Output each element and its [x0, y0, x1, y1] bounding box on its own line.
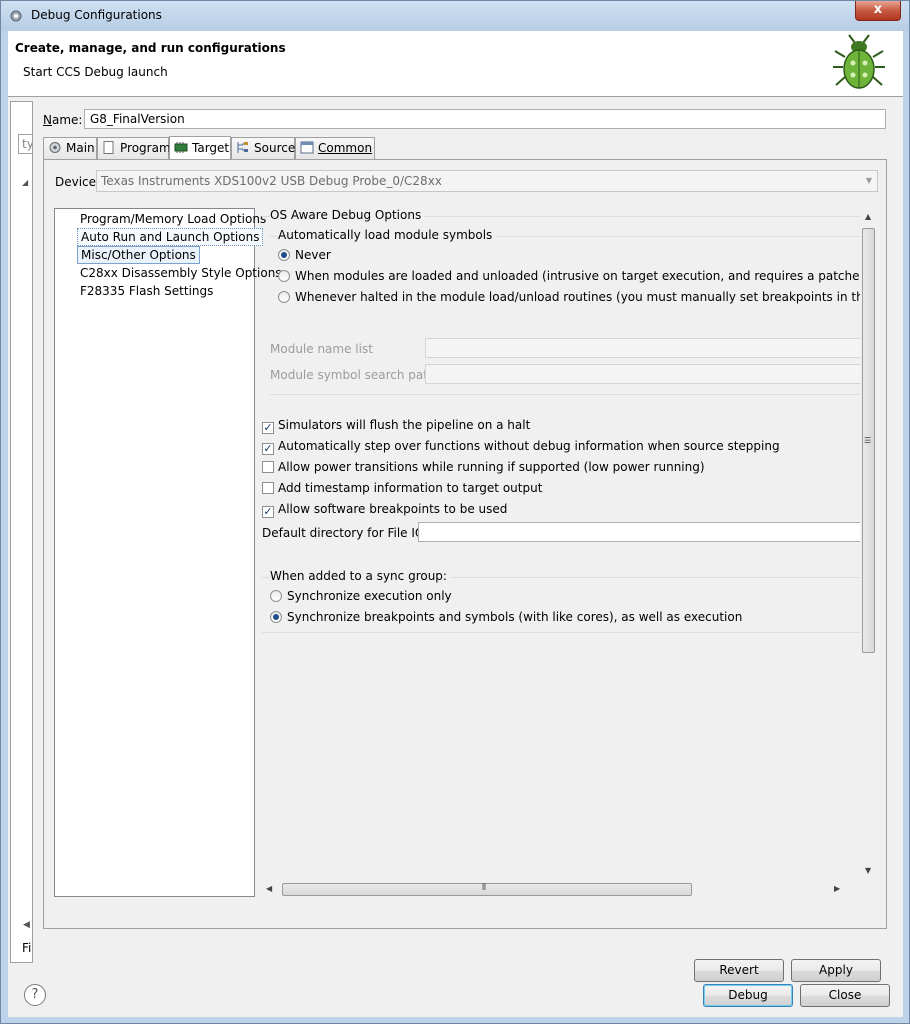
radio-button[interactable] [278, 249, 290, 261]
file-io-input[interactable] [418, 522, 860, 542]
module-symbol-path-input [425, 364, 860, 384]
category-item[interactable]: Program/Memory Load Options [77, 211, 269, 227]
file-io-label: Default directory for File IO: [262, 526, 429, 540]
scroll-grip-icon: ☰ [864, 436, 872, 445]
header-subtitle: Start CCS Debug launch [23, 65, 168, 79]
group-divider [270, 394, 860, 395]
module-name-list-input [425, 338, 860, 358]
debug-button[interactable]: Debug [703, 984, 793, 1007]
radio-sync-breakpoints[interactable]: Synchronize breakpoints and symbols (wit… [270, 610, 742, 624]
tab-common[interactable]: Common [295, 137, 375, 159]
category-item-selected[interactable]: Misc/Other Options [77, 246, 200, 264]
checkbox[interactable]: ✓ [262, 422, 274, 434]
module-name-list-label: Module name list [270, 342, 373, 356]
scroll-thumb[interactable] [282, 883, 692, 896]
category-item[interactable]: C28xx Disassembly Style Options [77, 265, 285, 281]
document-icon [103, 141, 114, 154]
device-select[interactable]: Texas Instruments XDS100v2 USB Debug Pro… [96, 170, 878, 192]
header-title: Create, manage, and run configurations [15, 41, 286, 55]
scroll-down-icon[interactable]: ▼ [865, 866, 871, 875]
module-symbol-path-label: Module symbol search path [270, 368, 436, 382]
target-tab-panel: Device Texas Instruments XDS100v2 USB De… [43, 159, 887, 929]
revert-button[interactable]: Revert [694, 959, 784, 982]
tab-main[interactable]: Main [43, 137, 97, 159]
filter-status-label: Fil [22, 941, 32, 955]
configuration-editor: Name: G8_FinalVersion Main Program Targe… [35, 101, 901, 982]
tab-target[interactable]: Target [169, 136, 231, 159]
checkbox[interactable]: ✓ [262, 443, 274, 455]
main-icon [49, 142, 61, 153]
filter-input[interactable]: ty [18, 134, 32, 154]
chip-icon [174, 142, 188, 153]
checkbox-power-transitions[interactable]: Allow power transitions while running if… [262, 460, 705, 474]
name-input[interactable]: G8_FinalVersion [84, 109, 886, 129]
category-item[interactable]: Auto Run and Launch Options [77, 228, 264, 246]
options-panel: OS Aware Debug Options Automatically loa… [262, 208, 860, 880]
device-label: Device [55, 175, 97, 189]
radio-whenever-halted[interactable]: Whenever halted in the module load/unloa… [278, 290, 860, 304]
scroll-up-icon[interactable]: ▲ [865, 212, 871, 221]
checkbox-timestamp[interactable]: Add timestamp information to target outp… [262, 481, 542, 495]
vertical-scrollbar[interactable]: ▲ ☰ ▼ [860, 208, 878, 880]
radio-never[interactable]: Never [278, 248, 331, 262]
checkbox-software-breakpoints[interactable]: ✓ Allow software breakpoints to be used [262, 502, 507, 518]
checkbox[interactable] [262, 482, 274, 494]
radio-button[interactable] [278, 270, 290, 282]
window-close-button[interactable]: x [855, 1, 901, 21]
close-button[interactable]: Close [800, 984, 890, 1007]
group-divider [262, 632, 860, 633]
scroll-right-icon[interactable]: ▶ [834, 884, 840, 893]
dialog-header: Create, manage, and run configurations S… [8, 31, 903, 97]
radio-when-loaded[interactable]: When modules are loaded and unloaded (in… [278, 269, 860, 283]
chevron-down-icon: ▼ [865, 176, 872, 185]
radio-button[interactable] [278, 291, 290, 303]
radio-sync-execution[interactable]: Synchronize execution only [270, 589, 452, 603]
title-bar: Debug Configurations x [1, 1, 909, 31]
horizontal-scrollbar[interactable]: ◀ ⦀ ▶ [262, 882, 860, 898]
device-select-value: Texas Instruments XDS100v2 USB Debug Pro… [101, 174, 442, 188]
apply-button[interactable]: Apply [791, 959, 881, 982]
sync-group-title: When added to a sync group: [270, 569, 451, 583]
bug-icon [833, 34, 885, 89]
module-symbols-group-title: Automatically load module symbols [278, 228, 497, 242]
window-title: Debug Configurations [31, 8, 162, 22]
source-icon [237, 142, 248, 153]
checkbox-flush-pipeline[interactable]: ✓ Simulators will flush the pipeline on a… [262, 418, 530, 434]
scroll-left-icon[interactable]: ◀ [23, 920, 30, 930]
name-label: Name: [43, 113, 83, 127]
checkbox[interactable]: ✓ [262, 506, 274, 518]
radio-button[interactable] [270, 611, 282, 623]
gear-icon [10, 10, 22, 22]
radio-button[interactable] [270, 590, 282, 602]
dialog-client-area: Create, manage, and run configurations S… [8, 31, 903, 1017]
help-icon[interactable]: ? [24, 984, 46, 1006]
os-aware-group-title: OS Aware Debug Options [270, 208, 426, 222]
debug-configurations-window: Debug Configurations x Create, manage, a… [0, 0, 910, 1024]
scroll-left-icon[interactable]: ◀ [266, 884, 272, 893]
checkbox[interactable] [262, 461, 274, 473]
tab-source[interactable]: Source [231, 137, 295, 159]
option-category-list: Program/Memory Load Options Auto Run and… [54, 208, 282, 897]
tab-program[interactable]: Program [97, 137, 171, 159]
scroll-grip-icon: ⦀ [482, 883, 486, 893]
common-icon [300, 141, 314, 154]
configuration-tree-pane: ty ◢ ◀ Fil [10, 101, 33, 963]
collapse-arrow-icon[interactable]: ◢ [22, 178, 28, 187]
checkbox-step-over[interactable]: ✓ Automatically step over functions witho… [262, 439, 780, 455]
category-item[interactable]: F28335 Flash Settings [77, 283, 216, 299]
